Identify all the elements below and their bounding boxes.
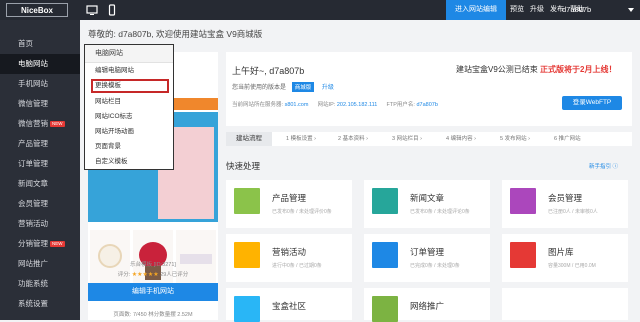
flow-step[interactable]: 2 基本资料 › [338, 132, 368, 146]
sidebar-item-promotions[interactable]: 营销活动 [0, 214, 80, 234]
beginner-guide-link[interactable]: 新手指引 ⓘ [589, 162, 618, 170]
login-webftp-button[interactable]: 登录WebFTP [562, 96, 622, 110]
sidebar-item-settings[interactable]: 系统设置 [0, 294, 80, 314]
template-id: 乐台模板 [ID:3271] [130, 262, 176, 268]
sidebar-item-orders[interactable]: 订单管理 [0, 154, 80, 174]
preview-link[interactable]: 预览 [510, 0, 524, 20]
account-info-card: 上午好~, d7a807b 建站宝盒V9公测已结束 正式版将于2月上线！ 您当前… [226, 52, 632, 126]
menu-item-site-ico[interactable]: 网站ICO标志 [95, 111, 133, 123]
build-flow: 建站流程 1 模板设置 › 2 基本资料 › 3 网站栏目 › 4 编辑内容 ›… [226, 132, 632, 146]
flow-label: 建站流程 [226, 132, 272, 146]
menu-item-edit-pc-site[interactable]: 编辑电脑网站 [95, 65, 134, 77]
top-bar: NiceBox 进入网站编辑 预览 升级 发布 帮助 d7a807b [0, 0, 640, 20]
sidebar-item-pc-site[interactable]: 电脑网站 [0, 54, 80, 74]
flow-step[interactable]: 6 推广网站 [554, 132, 581, 146]
sidebar-item-news[interactable]: 新闻文章 [0, 174, 80, 194]
menu-item-custom-template[interactable]: 自定义模板 [95, 156, 128, 168]
version-badge: 商城版 [291, 82, 315, 92]
dropdown-header: 电脑网站 [85, 45, 173, 63]
sidebar-item-members[interactable]: 会员管理 [0, 194, 80, 214]
network-promo-icon [372, 296, 398, 322]
gallery-icon [510, 242, 536, 268]
flow-step[interactable]: 4 编辑内容 › [446, 132, 476, 146]
sidebar-item-mobile-site[interactable]: 手机网站 [0, 74, 80, 94]
page-count-text: 页面数: 7/450 林分数量摆 2.52M [113, 312, 193, 318]
quick-card-community[interactable]: 宝盒社区 [226, 288, 352, 322]
pc-site-dropdown: 电脑网站 编辑电脑网站 更换模板 网站栏目 网站ICO标志 网站开场动画 页面背… [84, 44, 174, 170]
menu-item-site-columns[interactable]: 网站栏目 [95, 96, 121, 108]
desktop-icon[interactable] [86, 4, 98, 16]
orders-icon [372, 242, 398, 268]
sidebar: 首页 电脑网站 手机网站 微信管理 微信营销 NEW 产品管理 订单管理 新闻文章… [0, 20, 80, 320]
menu-item-intro-animation[interactable]: 网站开场动画 [95, 126, 134, 138]
quick-card-empty [502, 288, 628, 320]
user-menu[interactable]: d7a807b [562, 0, 591, 20]
upgrade-link[interactable]: 升级 [322, 85, 334, 91]
star-rating-icon: ★★★★★ [131, 272, 159, 278]
sidebar-item-home[interactable]: 首页 [0, 34, 80, 54]
quick-card-promotions[interactable]: 营销活动 进行中0条 / 已过期0条 [226, 234, 352, 282]
quick-card-products[interactable]: 产品管理 已发布0条 / 未处理评价0条 [226, 180, 352, 228]
menu-item-page-background[interactable]: 页面背景 [95, 141, 121, 153]
sidebar-item-wechat[interactable]: 微信管理 [0, 94, 80, 114]
quick-card-news[interactable]: 新闻文章 已发布0条 / 未处理评论0条 [364, 180, 490, 228]
quick-actions-title: 快速处理 [226, 161, 261, 171]
app-logo: NiceBox [6, 3, 68, 17]
flow-step[interactable]: 1 模板设置 › [286, 132, 316, 146]
quick-card-gallery[interactable]: 图片库 容量300M / 已用0.0M [502, 234, 628, 282]
flow-step[interactable]: 5 发布网站 › [500, 132, 530, 146]
sidebar-item-products[interactable]: 产品管理 [0, 134, 80, 154]
promotions-icon [234, 242, 260, 268]
edit-mobile-site-button[interactable]: 编辑手机网站 [88, 283, 218, 301]
upgrade-link[interactable]: 升级 [530, 0, 544, 20]
version-info: 您当前使用的版本是 商城版 升级 [232, 82, 334, 92]
news-icon [372, 188, 398, 214]
quick-card-members[interactable]: 会员管理 已注册0人 / 未审核0人 [502, 180, 628, 228]
sidebar-item-distribution[interactable]: 分销管理 NEW [0, 234, 80, 254]
quick-card-promotion-network[interactable]: 网络推广 [364, 288, 490, 322]
notice-text: 建站宝盒V9公测已结束 正式版将于2月上线！ [456, 65, 617, 74]
new-badge: NEW [50, 241, 65, 248]
enter-site-edit-button[interactable]: 进入网站编辑 [446, 0, 506, 20]
server-info: 当前网站所在服务器: s801.com 网站IP: 202.105.182.11… [232, 102, 438, 108]
community-icon [234, 296, 260, 322]
sidebar-item-features[interactable]: 功能系统 [0, 274, 80, 294]
mobile-icon[interactable] [106, 4, 118, 16]
sidebar-item-seo[interactable]: 网站推广 [0, 254, 80, 274]
template-rating: 评分: ★★★★★ 29人已评分 [117, 272, 189, 278]
welcome-text: 尊敬的: d7a807b, 欢迎使用建站宝盒 V9商城版 [88, 29, 263, 39]
greeting: 上午好~, d7a807b [232, 66, 305, 76]
sidebar-item-wechat-marketing[interactable]: 微信营销 NEW [0, 114, 80, 134]
quick-card-orders[interactable]: 订单管理 已完成0条 / 未处理0条 [364, 234, 490, 282]
products-icon [234, 188, 260, 214]
new-badge: NEW [50, 121, 65, 128]
highlight-box [91, 79, 169, 93]
chevron-down-icon[interactable] [628, 8, 634, 12]
flow-step[interactable]: 3 网站栏目 › [392, 132, 422, 146]
members-icon [510, 188, 536, 214]
